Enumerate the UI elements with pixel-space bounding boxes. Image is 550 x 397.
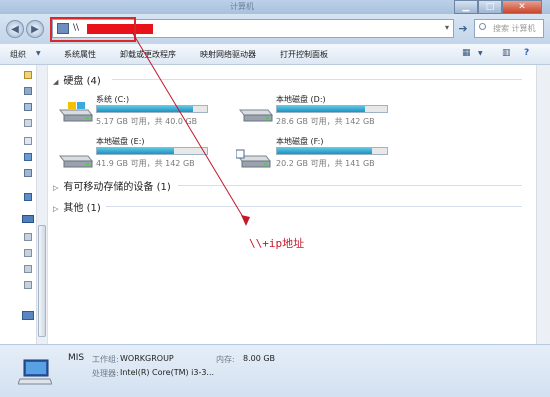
- window-controls: ▁ □ ✕: [454, 0, 542, 14]
- drive-f-space: 20.2 GB 可用，共 141 GB: [276, 159, 375, 168]
- organize-menu[interactable]: 组织: [10, 49, 26, 60]
- drive-e-nav-icon[interactable]: [24, 265, 32, 273]
- navigation-pane: [0, 65, 48, 344]
- drive-f-icon: [236, 149, 272, 168]
- nav-scrollbar[interactable]: [36, 65, 47, 344]
- forward-button[interactable]: ▶: [26, 20, 44, 38]
- search-icon: [479, 23, 486, 30]
- computer-nav-icon[interactable]: [22, 215, 34, 223]
- collapse-triangle-icon: ◢: [53, 78, 59, 86]
- section-other[interactable]: ▷ 其他 (1): [53, 199, 101, 214]
- highlight-box: [50, 17, 136, 42]
- processor-value: Intel(R) Core(TM) i3-3...: [120, 368, 215, 377]
- go-arrow-icon[interactable]: ➔: [456, 20, 470, 36]
- minimize-button[interactable]: ▁: [454, 0, 478, 14]
- workgroup-label: 工作组:: [92, 355, 119, 364]
- drive-d-name[interactable]: 本地磁盘 (D:): [276, 94, 326, 105]
- preview-pane-icon[interactable]: ▥: [502, 48, 511, 58]
- back-arrow-icon: ◀: [11, 23, 19, 35]
- title-bar: 计算机 ▁ □ ✕: [0, 0, 550, 14]
- pictures-icon[interactable]: [24, 137, 32, 145]
- memory-label: 内存:: [216, 355, 235, 364]
- drive-f-name[interactable]: 本地磁盘 (F:): [276, 136, 323, 147]
- drive-e-usage-bar: [96, 147, 208, 155]
- drive-d-icon: [238, 109, 274, 122]
- forward-arrow-icon: ▶: [31, 23, 39, 35]
- music-icon[interactable]: [24, 153, 32, 161]
- drive-e-name[interactable]: 本地磁盘 (E:): [96, 136, 145, 147]
- help-icon[interactable]: ?: [524, 48, 529, 58]
- videos-icon[interactable]: [24, 169, 32, 177]
- map-network-drive-button[interactable]: 映射网络驱动器: [200, 49, 256, 60]
- drive-d-usage-bar: [276, 105, 388, 113]
- drive-d-nav-icon[interactable]: [24, 249, 32, 257]
- section-divider: [178, 185, 522, 186]
- expand-triangle-icon: ▷: [53, 205, 59, 213]
- system-properties-button[interactable]: 系统属性: [64, 49, 96, 60]
- homegroup-icon[interactable]: [24, 193, 32, 201]
- documents-icon[interactable]: [24, 119, 32, 127]
- processor-label: 处理器:: [92, 369, 119, 378]
- window-title: 计算机: [230, 2, 254, 11]
- drive-c-space: 5.17 GB 可用，共 40.0 GB: [96, 117, 198, 126]
- annotation-text: \\+ip地址: [249, 237, 305, 250]
- drive-c-nav-icon[interactable]: [24, 233, 32, 241]
- expand-triangle-icon: ▷: [53, 184, 59, 192]
- section-removable-label: 有可移动存储的设备 (1): [63, 182, 171, 193]
- uninstall-program-button[interactable]: 卸载或更改程序: [120, 49, 176, 60]
- computer-name: MIS: [68, 353, 85, 363]
- favorites-icon[interactable]: [24, 71, 32, 79]
- view-dropdown-icon[interactable]: ▼: [478, 50, 483, 57]
- drive-e-icon: [58, 155, 94, 168]
- section-other-label: 其他 (1): [63, 203, 101, 214]
- drive-f-usage-fill: [277, 148, 372, 154]
- desktop-icon[interactable]: [24, 87, 32, 95]
- section-hard-disks[interactable]: ◢ 硬盘 (4): [53, 72, 101, 87]
- address-dropdown-icon[interactable]: ▾: [445, 23, 449, 32]
- drive-f-nav-icon[interactable]: [24, 281, 32, 289]
- section-divider: [106, 206, 522, 207]
- drive-c-usage-fill: [97, 106, 193, 112]
- command-bar: 组织 ▼ 系统属性 卸载或更改程序 映射网络驱动器 打开控制面板 ▦ ▼ ▥ ?: [0, 44, 550, 65]
- section-divider: [112, 79, 522, 80]
- memory-value: 8.00 GB: [243, 354, 276, 363]
- maximize-button[interactable]: □: [478, 0, 502, 14]
- network-nav-icon[interactable]: [22, 311, 34, 320]
- drive-c-icon: [58, 102, 94, 122]
- details-pane: MIS 工作组: WORKGROUP 内存: 8.00 GB 处理器: Inte…: [0, 344, 550, 397]
- drive-e-usage-fill: [97, 148, 174, 154]
- section-hard-disks-label: 硬盘 (4): [63, 76, 101, 87]
- organize-dropdown-icon: ▼: [36, 50, 41, 57]
- content-scrollbar[interactable]: [536, 65, 550, 344]
- drive-c-name[interactable]: 系统 (C:): [96, 94, 129, 105]
- section-removable[interactable]: ▷ 有可移动存储的设备 (1): [53, 178, 171, 193]
- drive-e-space: 41.9 GB 可用，共 142 GB: [96, 159, 195, 168]
- view-options-icon[interactable]: ▦: [462, 48, 471, 58]
- library-icon[interactable]: [24, 103, 32, 111]
- back-button[interactable]: ◀: [6, 20, 24, 38]
- drive-c-usage-bar: [96, 105, 208, 113]
- drive-d-space: 28.6 GB 可用，共 142 GB: [276, 117, 375, 126]
- open-control-panel-button[interactable]: 打开控制面板: [280, 49, 328, 60]
- computer-icon: [18, 359, 52, 385]
- nav-scrollbar-thumb[interactable]: [38, 225, 46, 337]
- workgroup-value: WORKGROUP: [120, 354, 174, 363]
- drive-f-usage-bar: [276, 147, 388, 155]
- drive-d-usage-fill: [277, 106, 365, 112]
- close-button[interactable]: ✕: [502, 0, 542, 14]
